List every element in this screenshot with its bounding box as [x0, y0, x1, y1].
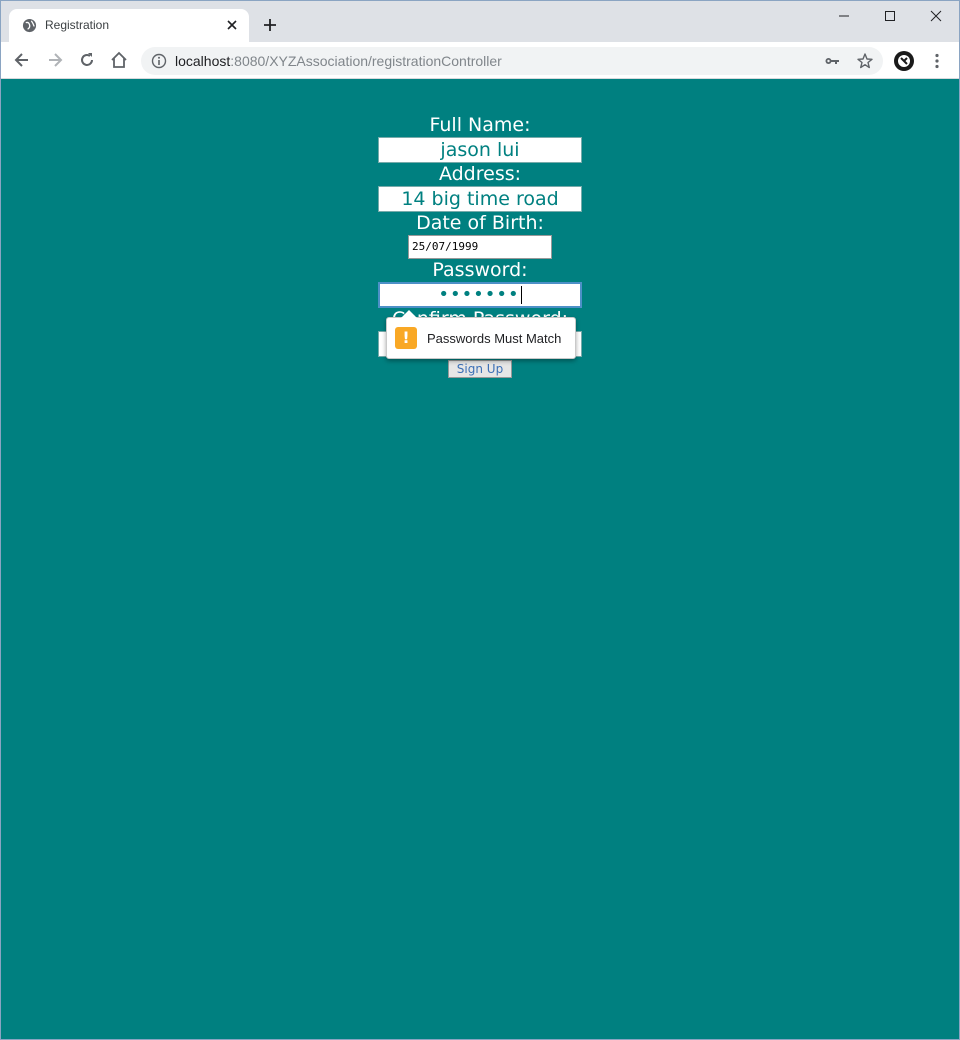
address-input[interactable]: 14 big time road: [378, 186, 582, 212]
validation-tooltip: ! Passwords Must Match: [386, 310, 576, 359]
globe-icon: [22, 18, 37, 33]
signup-wrap: Sign Up: [0, 360, 960, 378]
star-icon[interactable]: [856, 52, 874, 70]
home-icon[interactable]: [109, 50, 129, 70]
new-tab-icon[interactable]: [262, 17, 278, 33]
minimize-icon[interactable]: [834, 6, 854, 26]
forward-icon[interactable]: [45, 50, 65, 70]
kebab-menu-icon[interactable]: [928, 52, 946, 70]
title-bar: Registration: [0, 0, 960, 42]
address-label: Address:: [438, 163, 522, 185]
dob-input[interactable]: 25/07/1999: [408, 235, 552, 259]
back-icon[interactable]: [12, 50, 32, 70]
close-window-icon[interactable]: [926, 6, 946, 26]
sign-up-button[interactable]: Sign Up: [448, 360, 512, 378]
tab-title: Registration: [45, 18, 110, 32]
reload-icon[interactable]: [77, 50, 97, 70]
profile-avatar-icon[interactable]: [893, 50, 915, 72]
info-icon[interactable]: [151, 53, 167, 69]
text-caret: [520, 286, 522, 304]
close-tab-icon[interactable]: [224, 17, 240, 33]
password-input[interactable]: •••••••: [378, 282, 582, 308]
password-masked-value: •••••••: [438, 284, 520, 305]
maximize-icon[interactable]: [880, 6, 900, 26]
key-icon[interactable]: [824, 53, 840, 69]
url-path: :8080/XYZAssociation/registrationControl…: [230, 53, 502, 69]
page-body: Full Name: jason lui Address: 14 big tim…: [0, 80, 960, 1040]
full-name-label: Full Name:: [429, 114, 531, 136]
warning-icon: !: [395, 327, 417, 349]
url-host: localhost: [175, 53, 231, 69]
browser-tab[interactable]: Registration: [9, 9, 249, 42]
validation-message: Passwords Must Match: [427, 331, 562, 346]
browser-toolbar: localhost:8080/XYZAssociation/registrati…: [0, 42, 960, 79]
full-name-input[interactable]: jason lui: [378, 137, 582, 163]
password-label: Password:: [432, 259, 528, 281]
dob-label: Date of Birth:: [416, 212, 544, 234]
url-text: localhost:8080/XYZAssociation/registrati…: [175, 53, 502, 69]
address-bar[interactable]: localhost:8080/XYZAssociation/registrati…: [141, 47, 883, 75]
tooltip-arrow: [401, 310, 417, 318]
